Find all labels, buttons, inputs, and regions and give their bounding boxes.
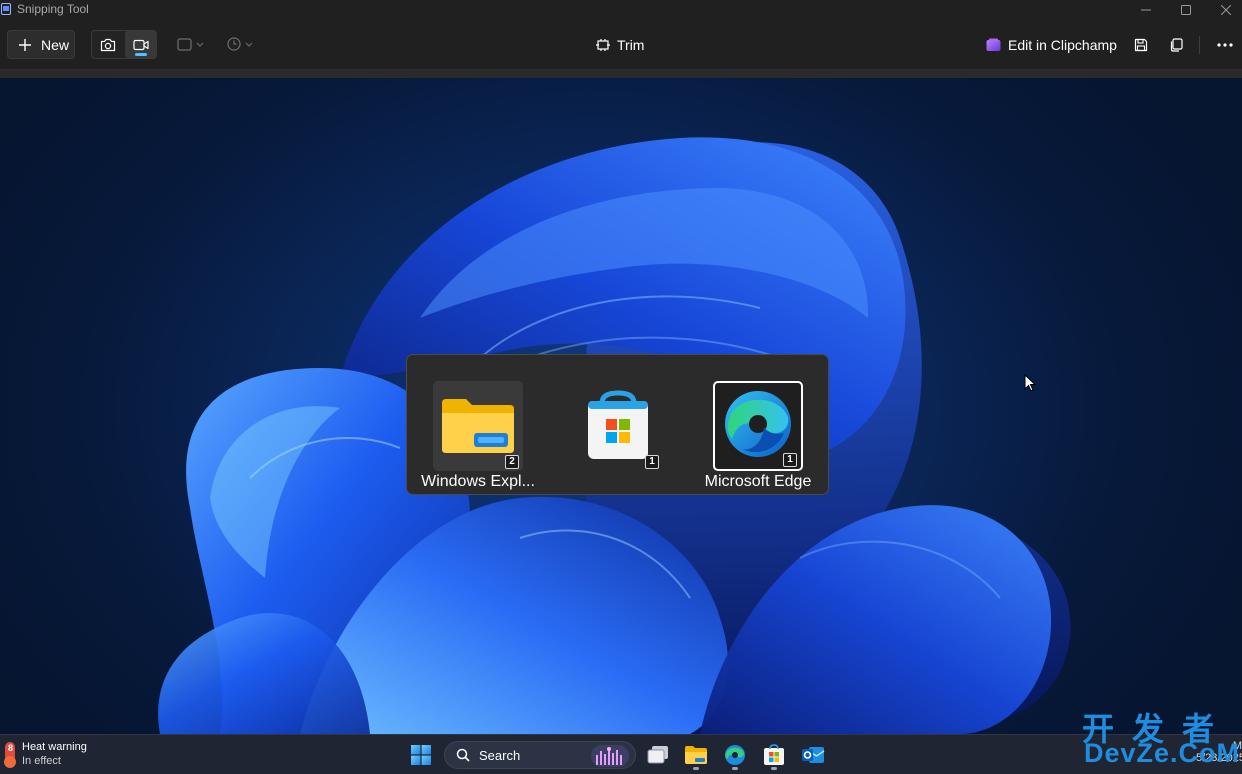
taskbar: 8 Heat warning In effect Search M 5/23/2… <box>0 734 1242 774</box>
taskbar-outlook[interactable] <box>796 739 830 771</box>
maximize-button[interactable] <box>1166 0 1206 20</box>
clipchamp-icon <box>986 38 1001 51</box>
more-icon <box>1217 43 1233 47</box>
capture-mode-group <box>91 30 157 59</box>
microsoft-store-icon <box>588 390 648 459</box>
weather-badge: 8 <box>8 743 14 753</box>
outlook-icon <box>802 747 825 763</box>
active-indicator <box>135 53 147 56</box>
microsoft-store-icon <box>764 744 784 765</box>
file-explorer-icon <box>685 746 707 764</box>
switcher-label: Windows Expl... <box>421 473 535 490</box>
switcher-thumb: 1 <box>713 381 803 471</box>
taskbar-search-box[interactable]: Search <box>444 741 636 769</box>
minimize-icon <box>1141 9 1151 11</box>
window-title: Snipping Tool <box>17 2 89 16</box>
task-view-icon <box>647 746 668 764</box>
toolbar: New Trim Edit in Clipchamp <box>0 20 1242 70</box>
save-button[interactable] <box>1129 33 1153 57</box>
search-highlight-icon <box>591 745 629 767</box>
new-button-label: New <box>41 36 70 53</box>
copy-icon <box>1170 38 1183 52</box>
switcher-item-microsoft-edge[interactable]: 1 <box>713 381 803 471</box>
site-watermark: 开发者 DevZe.CoM <box>1082 704 1242 772</box>
delay-timer-dropdown[interactable] <box>227 32 253 56</box>
close-icon <box>1221 5 1231 15</box>
start-button[interactable] <box>404 739 438 771</box>
new-button[interactable]: New <box>7 30 75 59</box>
watermark-latin: DevZe.CoM <box>1084 738 1241 768</box>
title-bar: Snipping Tool <box>0 0 1242 20</box>
more-options-button[interactable] <box>1213 33 1237 57</box>
window-count-badge: 1 <box>645 455 659 469</box>
trim-button[interactable]: Trim <box>595 33 644 57</box>
taskbar-edge[interactable] <box>718 739 752 771</box>
trim-label: Trim <box>617 37 645 53</box>
chevron-down-icon <box>245 42 253 47</box>
switcher-thumb: 1 <box>573 381 663 471</box>
chevron-down-icon <box>196 42 204 47</box>
edge-icon <box>725 391 791 457</box>
snip-shape-dropdown[interactable] <box>177 32 204 56</box>
minimize-button[interactable] <box>1126 0 1166 20</box>
search-placeholder: Search <box>479 747 521 763</box>
plus-icon <box>19 38 31 51</box>
window-count-badge: 1 <box>783 453 797 467</box>
task-switcher: 2 1 1 Windows Expl... Microsoft Edge <box>406 354 829 495</box>
maximize-icon <box>1181 5 1191 15</box>
switcher-label: Microsoft Edge <box>704 473 812 490</box>
file-explorer-icon <box>442 399 514 453</box>
rectangle-snip-icon <box>177 37 192 51</box>
running-indicator <box>771 767 777 770</box>
camera-icon <box>100 38 116 51</box>
close-button[interactable] <box>1206 0 1242 20</box>
edit-in-clipchamp-button[interactable]: Edit in Clipchamp <box>986 33 1117 57</box>
clipchamp-label: Edit in Clipchamp <box>1008 37 1117 53</box>
edge-icon <box>725 745 745 765</box>
video-camera-icon <box>133 39 149 50</box>
windows-logo-icon <box>411 745 431 765</box>
weather-subtitle: In effect <box>22 755 61 767</box>
video-mode-button[interactable] <box>125 31 157 58</box>
snipping-tool-app-icon <box>1 3 11 15</box>
window-count-badge: 2 <box>505 455 519 469</box>
taskbar-task-view[interactable] <box>641 739 675 771</box>
taskbar-file-explorer[interactable] <box>679 739 713 771</box>
trim-icon <box>596 39 610 51</box>
running-indicator <box>732 767 738 770</box>
running-indicator <box>693 767 699 770</box>
toolbar-divider <box>1199 36 1200 54</box>
switcher-item-file-explorer[interactable]: 2 <box>433 381 523 471</box>
search-icon <box>456 748 470 762</box>
desktop-capture: 2 1 1 Windows Expl... Microsoft Edge <box>0 78 1242 734</box>
mouse-cursor-icon <box>1024 374 1036 392</box>
weather-widget[interactable]: 8 Heat warning In effect <box>2 740 102 770</box>
taskbar-microsoft-store[interactable] <box>757 739 791 771</box>
switcher-thumb: 2 <box>433 381 523 471</box>
copy-button[interactable] <box>1164 33 1188 57</box>
weather-title: Heat warning <box>22 741 87 753</box>
screenshot-mode-button[interactable] <box>92 31 124 58</box>
switcher-item-microsoft-store[interactable]: 1 <box>573 381 663 471</box>
timer-icon <box>227 37 241 51</box>
save-icon <box>1134 38 1148 52</box>
canvas-top-strip <box>0 70 1242 78</box>
